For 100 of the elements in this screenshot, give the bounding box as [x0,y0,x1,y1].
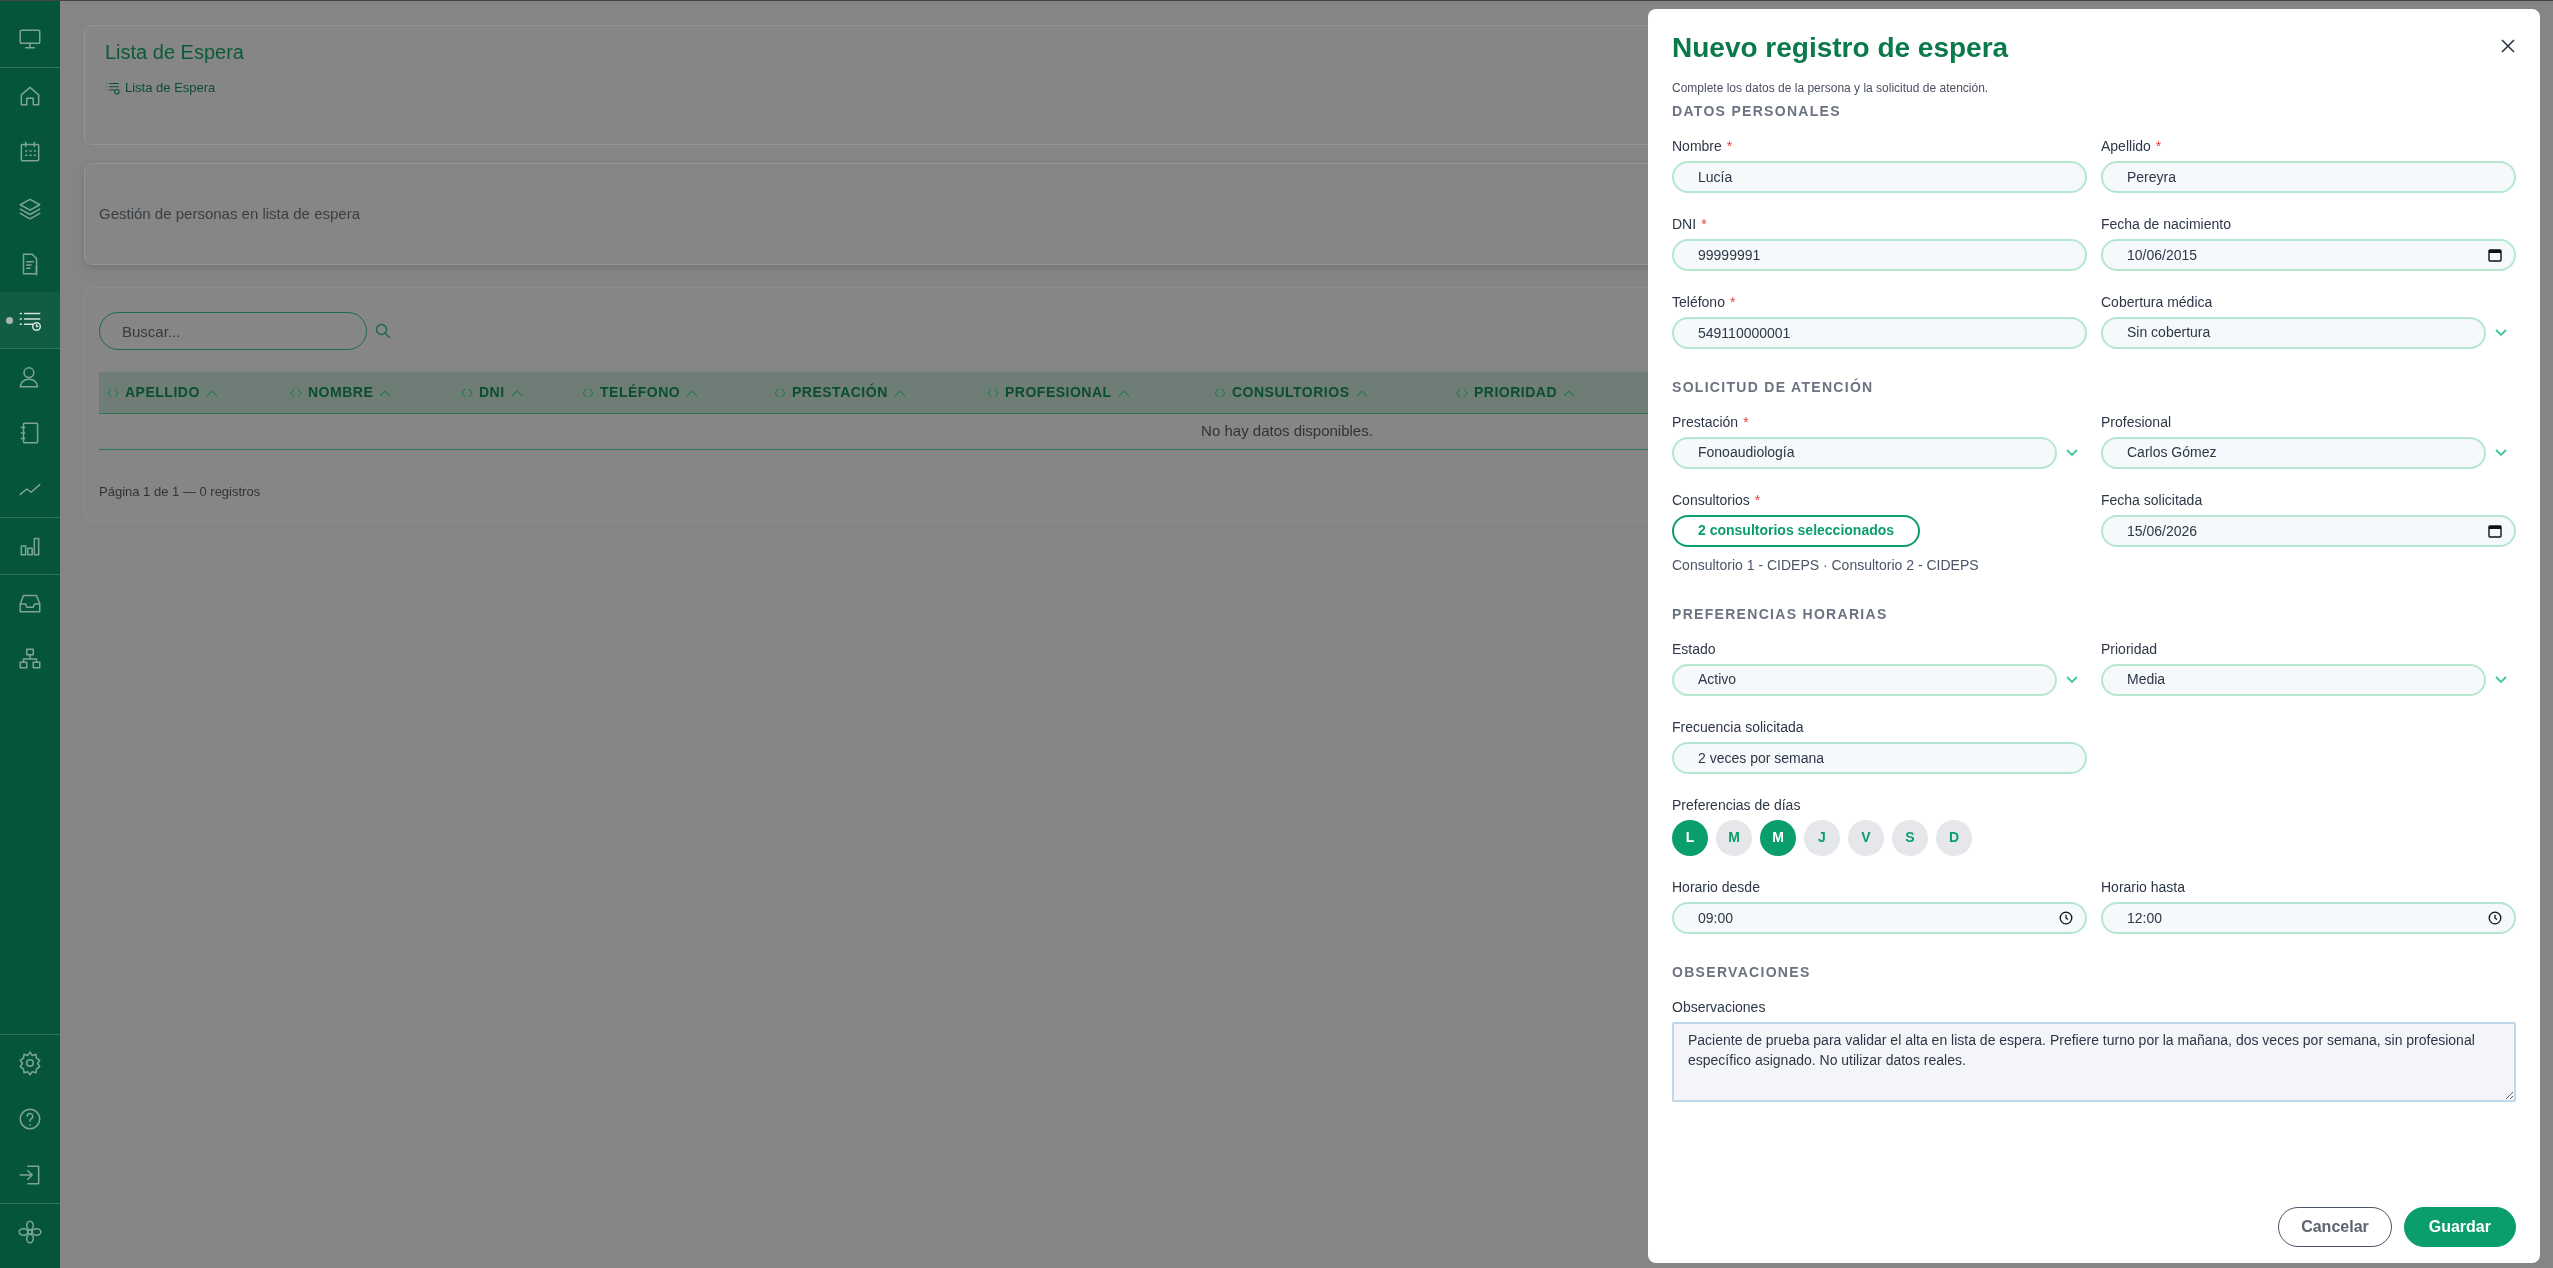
page-description: Gestión de personas en lista de espera [99,203,360,224]
field-label: Frecuencia solicitada [1672,717,1804,735]
flower-logo-icon [17,1219,43,1245]
time-field[interactable]: 09:00 [1672,901,2087,934]
select-field[interactable]: Media [2101,663,2486,696]
day-toggle[interactable]: M [1716,819,1752,856]
time-field[interactable]: 12:00 [2101,901,2516,934]
calendar-icon[interactable] [2488,247,2502,262]
field-label: Prestación [1672,412,1739,430]
day-toggle[interactable]: J [1804,819,1840,856]
day-toggle[interactable]: M [1760,819,1796,856]
chevron-down-icon[interactable] [2065,674,2079,685]
sort-icon [1456,387,1468,398]
day-toggle[interactable]: S [1892,819,1928,856]
select-field[interactable]: Carlos Gómez [2101,436,2486,469]
breadcrumb-link[interactable]: Lista de Espera [125,78,216,98]
modal-title: Nuevo registro de espera [1672,31,2009,65]
day-toggle[interactable]: V [1848,819,1884,856]
required-mark: * [2155,136,2162,154]
sort-icon [461,387,473,398]
date-field[interactable]: 15/06/2026 [2101,514,2516,547]
select-field[interactable]: Activo [1672,663,2057,696]
search-icon[interactable] [375,323,391,339]
section-heading: SOLICITUD DE ATENCIÓN [1672,377,1875,397]
text-field[interactable]: 99999991 [1672,238,2087,271]
chevron-down-icon[interactable] [2494,447,2508,458]
field-label: Prioridad [2101,639,2158,657]
field-label: Horario hasta [2101,877,2186,895]
text-field[interactable]: 2 veces por semana [1672,741,2087,774]
field-label: DNI [1672,214,1697,232]
sort-icon [1214,387,1226,398]
modal-subtitle: Complete los datos de la persona y la solicitud de atención. [1672,79,1990,97]
column-header[interactable]: APELLIDO [99,382,282,403]
chevron-up-icon [205,388,218,397]
field-label: Apellido [2101,136,2151,154]
day-toggle[interactable]: L [1672,819,1708,856]
field-label: Fecha solicitada [2101,490,2203,508]
chevron-up-icon [1117,388,1130,397]
field-label: Cobertura médica [2101,292,2213,310]
select-field[interactable]: Fonoaudiología [1672,436,2057,469]
page-title: Lista de Espera [105,40,244,64]
column-header[interactable]: TELÉFONO [574,382,766,403]
field-label: Profesional [2101,412,2172,430]
text-field[interactable]: Lucía [1672,160,2087,193]
sidebar-item[interactable] [0,292,60,348]
section-heading: OBSERVACIONES [1672,962,1812,982]
section-heading: DATOS PERSONALES [1672,101,1842,121]
clock-icon[interactable] [2488,910,2502,925]
field-label: Nombre [1672,136,1722,154]
field-label: Teléfono [1672,292,1725,310]
chevron-up-icon [893,388,906,397]
save-button[interactable]: Guardar [2403,1207,2516,1247]
field-label: Observaciones [1672,997,1766,1015]
column-header[interactable]: PROFESIONAL [979,382,1206,403]
column-header[interactable]: CONSULTORIOS [1206,382,1448,403]
cancel-button[interactable]: Cancelar [2278,1207,2392,1247]
calendar-icon[interactable] [2488,523,2502,538]
sort-icon [774,387,786,398]
chevron-down-icon[interactable] [2065,447,2079,458]
date-field[interactable]: 10/06/2015 [2101,238,2516,271]
sort-icon [107,387,119,398]
search-field[interactable]: Buscar... [99,312,367,350]
chevron-down-icon[interactable] [2494,674,2508,685]
selection-summary: Consultorio 1 - CIDEPS · Consultorio 2 - CIDEPS [1672,555,1980,575]
sort-icon [290,387,302,398]
multiselect-button[interactable]: 2 consultorios seleccionados [1672,514,1921,547]
required-mark: * [1729,292,1736,310]
field-label: Horario desde [1672,877,1760,895]
required-mark: * [1726,136,1733,154]
field-label: Preferencias de días [1672,795,1801,813]
settings-icon [17,1050,43,1076]
field-label: Consultorios [1672,490,1750,508]
column-header[interactable]: DNI [453,382,574,403]
sort-icon [987,387,999,398]
required-mark: * [1743,412,1749,430]
chevron-up-icon [1563,388,1576,397]
field-label: Fecha de nacimiento [2101,214,2231,232]
pagination-info: Página 1 de 1 — 0 registros [99,482,261,501]
clock-icon[interactable] [2059,910,2073,925]
chevron-up-icon [379,388,392,397]
close-icon [2500,38,2516,55]
select-field[interactable]: Sin cobertura [2101,316,2486,349]
text-field[interactable]: 549110000001 [1672,316,2087,349]
text-field[interactable]: Pereyra [2101,160,2516,193]
column-header[interactable]: PRIORIDAD [1448,382,1648,403]
active-indicator [6,317,13,324]
column-header[interactable]: NOMBRE [282,382,453,403]
chevron-up-icon [1355,388,1368,397]
section-heading: PREFERENCIAS HORARIAS [1672,604,1889,624]
required-mark: * [1754,490,1761,508]
help-icon [17,1106,43,1132]
required-mark: * [1701,214,1707,232]
field-label: Estado [1672,639,1716,657]
chevron-up-icon [686,388,699,397]
chevron-down-icon[interactable] [2494,327,2508,338]
chevron-up-icon [510,388,523,397]
notes-field[interactable]: Paciente de prueba para validar el alta en lista de espera. Prefiere turno por la mañana, dos veces por semana, sin profesional específico asignado. No utilizar datos reales. [1672,1021,2516,1102]
sort-icon [582,387,594,398]
column-header[interactable]: PRESTACIÓN [766,382,979,403]
day-toggle[interactable]: D [1936,819,1972,856]
